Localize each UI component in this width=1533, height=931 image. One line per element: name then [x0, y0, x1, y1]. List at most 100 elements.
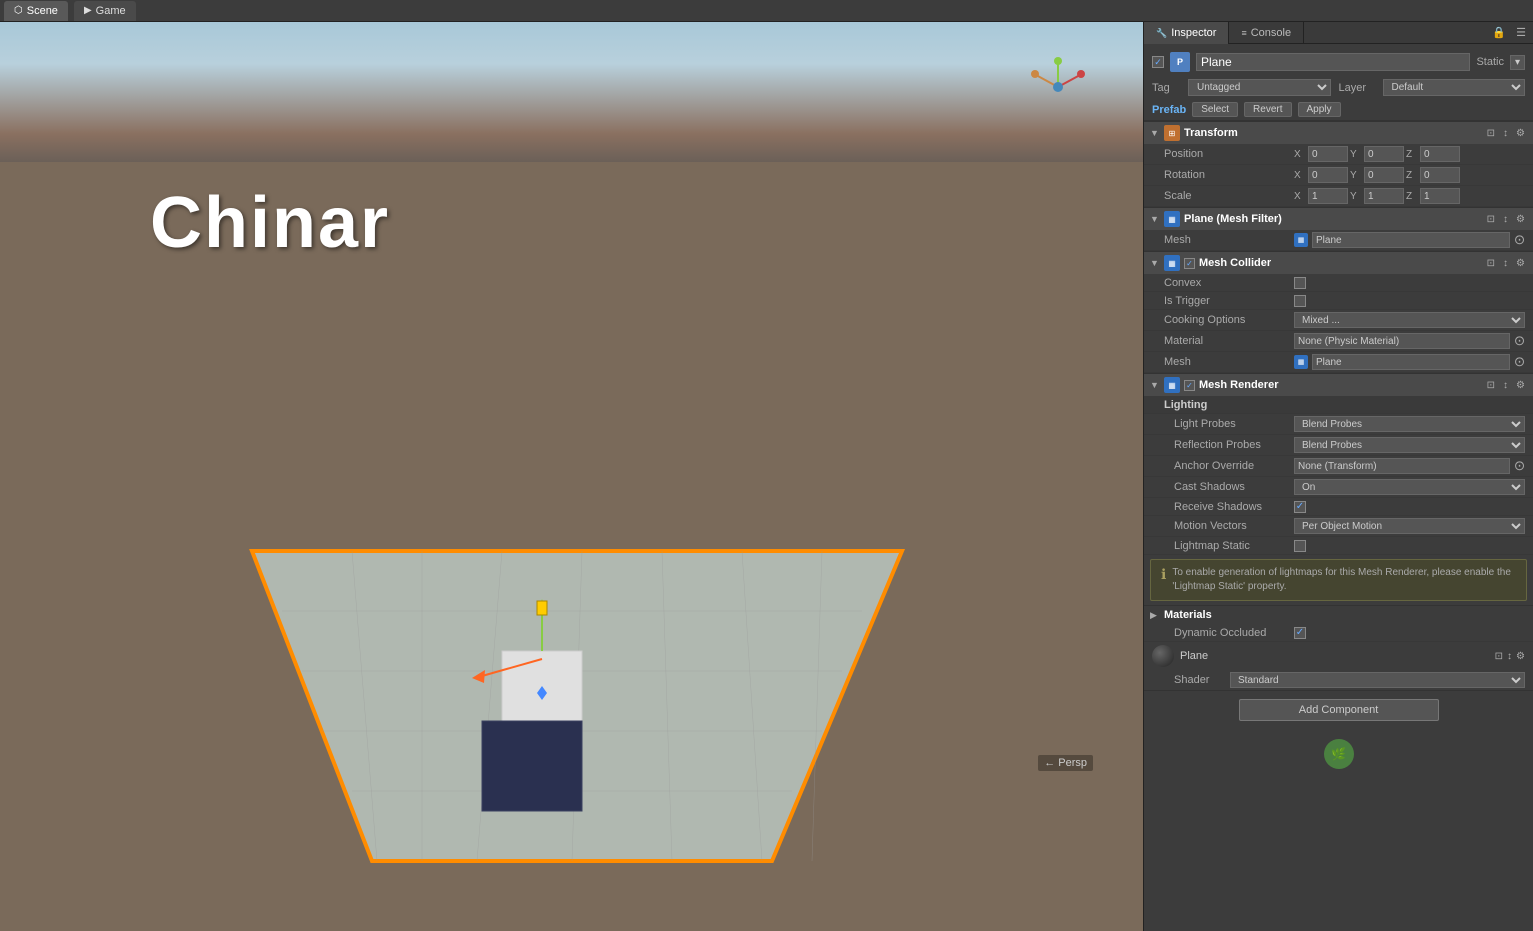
position-label: Position [1164, 148, 1294, 160]
sky-bg [0, 22, 1143, 162]
scale-x-input[interactable] [1308, 188, 1348, 204]
game-tab[interactable]: ▶ Game [74, 1, 136, 21]
materials-title: Materials [1164, 609, 1527, 621]
viewport[interactable]: Shaded 2D ☀ ♪ ✦ 📷 Gizmos ▾ ✦ All Chinar [0, 22, 1143, 931]
unity-logo: 🌿 [1324, 739, 1354, 769]
is-trigger-label: Is Trigger [1164, 295, 1294, 307]
mat-ctrl1[interactable]: ⊡ [1495, 651, 1503, 662]
cooking-options-dropdown[interactable]: Mixed ... [1294, 312, 1525, 328]
mc-mesh-input[interactable] [1312, 354, 1510, 370]
motion-vectors-dropdown[interactable]: Per Object Motion [1294, 518, 1525, 534]
lock-btn[interactable]: 🔒 [1489, 25, 1509, 40]
transform-header[interactable]: ▼ ⊞ Transform ⊡ ↕ ⚙ [1144, 121, 1533, 144]
layer-dropdown[interactable]: Default [1383, 79, 1526, 96]
mesh-collider-header[interactable]: ▼ ▦ ✓ Mesh Collider ⊡ ↕ ⚙ [1144, 251, 1533, 274]
rot-x-input[interactable] [1308, 167, 1348, 183]
mat-controls: ⊡ ↕ ⚙ [1495, 651, 1525, 662]
rot-z-input[interactable] [1420, 167, 1460, 183]
console-icon: ≡ [1241, 28, 1246, 38]
obj-name-input[interactable] [1196, 53, 1470, 71]
anchor-override-input[interactable] [1294, 458, 1510, 474]
inspector-content: ✓ P Static ▾ Tag Untagged Layer Default [1144, 44, 1533, 931]
receive-shadows-row: Receive Shadows ✓ [1144, 498, 1533, 516]
shader-dropdown[interactable]: Standard [1230, 672, 1525, 688]
cast-shadows-dropdown[interactable]: On [1294, 479, 1525, 495]
info-box: ℹ To enable generation of lightmaps for … [1150, 559, 1527, 601]
mr-enable-checkbox[interactable]: ✓ [1184, 380, 1195, 391]
mc-title: Mesh Collider [1199, 257, 1481, 269]
mf-settings2[interactable]: ↕ [1501, 213, 1510, 226]
console-tab-label: Console [1251, 27, 1291, 39]
mc-settings1[interactable]: ⊡ [1485, 257, 1497, 270]
scale-label: Scale [1164, 190, 1294, 202]
transform-icon: ⊞ [1164, 125, 1180, 141]
scene-tab[interactable]: ⬡ Scene [4, 1, 68, 21]
transform-settings3[interactable]: ⚙ [1514, 127, 1527, 140]
convex-checkbox[interactable] [1294, 277, 1306, 289]
materials-section[interactable]: ▶ Materials [1144, 605, 1533, 624]
static-dropdown[interactable]: ▾ [1510, 55, 1525, 70]
mat-ctrl2[interactable]: ↕ [1507, 651, 1512, 662]
add-component-button[interactable]: Add Component [1239, 699, 1439, 721]
dynamic-occluded-checkbox[interactable]: ✓ [1294, 627, 1306, 639]
layer-label: Layer [1339, 82, 1375, 94]
transform-arrow: ▼ [1150, 128, 1160, 138]
inspector-icon: 🔧 [1156, 28, 1167, 39]
inspector-tab[interactable]: 🔧 Inspector [1144, 22, 1229, 44]
pos-z-input[interactable] [1420, 146, 1460, 162]
mat-ctrl3[interactable]: ⚙ [1516, 651, 1525, 662]
mc-arrow: ▼ [1150, 258, 1160, 268]
mc-material-select[interactable]: ⊙ [1514, 333, 1525, 349]
mesh-filter-header[interactable]: ▼ ▦ Plane (Mesh Filter) ⊡ ↕ ⚙ [1144, 207, 1533, 230]
rot-y-input[interactable] [1364, 167, 1404, 183]
mr-arrow: ▼ [1150, 380, 1160, 390]
transform-settings2[interactable]: ↕ [1501, 127, 1510, 140]
lightmap-static-checkbox[interactable] [1294, 540, 1306, 552]
mc-mesh-label: Mesh [1164, 356, 1294, 368]
scale-y-input[interactable] [1364, 188, 1404, 204]
mr-settings2[interactable]: ↕ [1501, 379, 1510, 392]
receive-shadows-checkbox[interactable]: ✓ [1294, 501, 1306, 513]
mc-settings3[interactable]: ⚙ [1514, 257, 1527, 270]
tag-dropdown[interactable]: Untagged [1188, 79, 1331, 96]
mf-settings3[interactable]: ⚙ [1514, 213, 1527, 226]
prefab-revert-btn[interactable]: Revert [1244, 102, 1291, 117]
mr-settings3[interactable]: ⚙ [1514, 379, 1527, 392]
mf-settings1[interactable]: ⊡ [1485, 213, 1497, 226]
mc-mesh-select[interactable]: ⊙ [1514, 354, 1525, 370]
mc-enable-checkbox[interactable]: ✓ [1184, 258, 1195, 269]
plane-svg [222, 531, 922, 881]
mesh-filter-mesh-select[interactable]: ⊙ [1514, 232, 1525, 248]
is-trigger-checkbox[interactable] [1294, 295, 1306, 307]
anchor-override-select[interactable]: ⊙ [1514, 458, 1525, 474]
mr-settings1[interactable]: ⊡ [1485, 379, 1497, 392]
menu-btn[interactable]: ☰ [1513, 25, 1529, 40]
mesh-filter-mesh-input[interactable] [1312, 232, 1510, 248]
gizmo-axes [1028, 57, 1088, 117]
scale-values: X Y Z [1294, 188, 1525, 204]
prefab-select-btn[interactable]: Select [1192, 102, 1238, 117]
mc-settings2[interactable]: ↕ [1501, 257, 1510, 270]
reflection-probes-label: Reflection Probes [1164, 439, 1294, 451]
scale-z-input[interactable] [1420, 188, 1460, 204]
mesh-filter-title: Plane (Mesh Filter) [1184, 213, 1481, 225]
mc-material-input[interactable] [1294, 333, 1510, 349]
pos-y-input[interactable] [1364, 146, 1404, 162]
motion-vectors-label: Motion Vectors [1164, 520, 1294, 532]
active-checkbox[interactable]: ✓ [1152, 56, 1164, 68]
cooking-options-row: Cooking Options Mixed ... [1144, 310, 1533, 331]
shader-row: Shader Standard [1144, 670, 1533, 690]
console-tab[interactable]: ≡ Console [1229, 22, 1304, 44]
transform-settings1[interactable]: ⊡ [1485, 127, 1497, 140]
prefab-apply-btn[interactable]: Apply [1298, 102, 1341, 117]
light-probes-dropdown[interactable]: Blend Probes [1294, 416, 1525, 432]
convex-row: Convex [1144, 274, 1533, 292]
mesh-renderer-header[interactable]: ▼ ▦ ✓ Mesh Renderer ⊡ ↕ ⚙ [1144, 373, 1533, 396]
prefab-label: Prefab [1152, 104, 1186, 116]
reflection-probes-dropdown[interactable]: Blend Probes [1294, 437, 1525, 453]
mc-material-label: Material [1164, 335, 1294, 347]
lightmap-static-label: Lightmap Static [1164, 540, 1294, 552]
pos-x-input[interactable] [1308, 146, 1348, 162]
mc-mesh-icon: ▦ [1294, 355, 1308, 369]
plane-material-row: Plane ⊡ ↕ ⚙ [1144, 642, 1533, 670]
